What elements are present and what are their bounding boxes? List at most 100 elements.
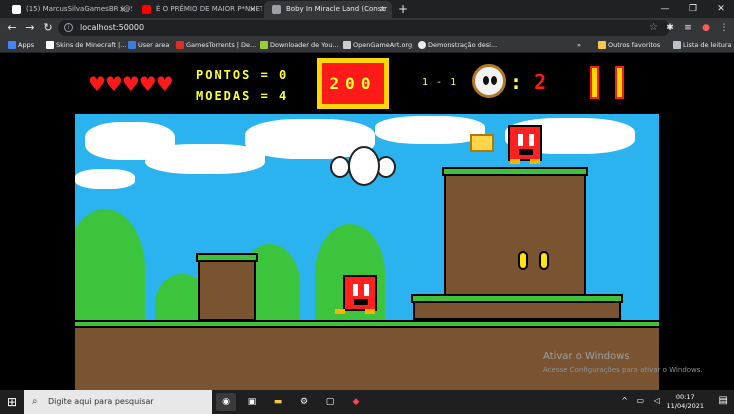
tall-platform bbox=[442, 167, 588, 299]
profile-avatar-icon[interactable]: ● bbox=[698, 20, 714, 36]
player-body bbox=[348, 146, 380, 186]
bookmark-label: Apps bbox=[18, 41, 35, 49]
bookmark-skins[interactable]: Skins de Minecraft |... bbox=[46, 38, 126, 52]
eye-icon bbox=[491, 76, 497, 85]
enemy-block bbox=[508, 125, 542, 164]
cloud bbox=[75, 169, 135, 189]
extensions-icon[interactable]: ✱ bbox=[662, 20, 678, 36]
new-tab-button[interactable]: + bbox=[398, 1, 408, 17]
game-app-icon[interactable]: ◆ bbox=[346, 393, 366, 411]
minimize-icon[interactable]: — bbox=[652, 0, 678, 18]
tab-title: (15) MarcusSilvaGamesBR (@Silv bbox=[26, 5, 132, 13]
windows-start-icon[interactable]: ⊞ bbox=[0, 390, 24, 414]
toolbar: ← → ↻ i localhost:50000 ☆ ✱ ≡ ● ⋮ bbox=[0, 18, 734, 38]
tab-2[interactable]: É O PRÊMIO DE MAIOR P*NHET ✕ bbox=[134, 1, 262, 18]
health-hearts: ♥♥♥♥♥ bbox=[88, 72, 174, 96]
bookmark-gamestorrents[interactable]: GamesTorrents | De... bbox=[176, 38, 256, 52]
cloud bbox=[375, 116, 485, 144]
pillar-platform bbox=[196, 253, 258, 321]
bookmark-opengameart[interactable]: OpenGameArt.org bbox=[343, 38, 412, 52]
bookmark-folder-outros[interactable]: Outros favoritos bbox=[598, 38, 660, 52]
notifications-icon[interactable]: ▤ bbox=[719, 395, 728, 406]
platform-grass bbox=[196, 253, 258, 262]
bookmark-label: Demonstração desi... bbox=[428, 41, 498, 49]
bookmark-favicon-icon bbox=[46, 41, 54, 49]
taskbar: ⊞ ⌕ Digite aqui para pesquisar ◉ ▣ ▬ ⚙ ▢… bbox=[0, 390, 734, 414]
bookmark-favicon-icon bbox=[343, 41, 351, 49]
menu-icon[interactable]: ⋮ bbox=[716, 20, 732, 36]
tray-chevron-icon[interactable]: ^ bbox=[621, 396, 628, 405]
bookmark-favicon-icon bbox=[128, 41, 136, 49]
score-box: 200 bbox=[316, 57, 390, 110]
close-window-icon[interactable]: ✕ bbox=[708, 0, 734, 18]
enemy-mouth bbox=[519, 149, 533, 155]
network-icon[interactable]: ▭ bbox=[636, 396, 644, 405]
close-icon[interactable]: ✕ bbox=[379, 1, 386, 18]
url-text: localhost:50000 bbox=[80, 23, 145, 32]
bookmark-demonstracao[interactable]: Demonstração desi... bbox=[418, 38, 497, 52]
address-bar[interactable]: i localhost:50000 ☆ bbox=[58, 20, 670, 36]
close-icon[interactable]: ✕ bbox=[119, 1, 126, 18]
bookmark-downloader[interactable]: Downloader de You... bbox=[260, 38, 339, 52]
settings-icon[interactable]: ⚙ bbox=[294, 393, 314, 411]
bookmark-apps[interactable]: Apps bbox=[8, 38, 34, 52]
ground-grass bbox=[75, 320, 659, 328]
back-icon[interactable]: ← bbox=[4, 20, 20, 36]
taskbar-search[interactable]: ⌕ Digite aqui para pesquisar bbox=[24, 390, 212, 414]
bookmark-label: GamesTorrents | De... bbox=[186, 41, 257, 49]
restore-icon[interactable]: ❐ bbox=[680, 0, 706, 18]
platform-grass bbox=[411, 294, 623, 303]
lives-counter: : 2 bbox=[510, 70, 546, 94]
youtube-icon bbox=[142, 5, 151, 14]
more-bookmarks-icon[interactable]: » bbox=[577, 38, 581, 52]
clock-time: 00:17 bbox=[675, 393, 695, 401]
bookmark-star-icon[interactable]: ☆ bbox=[649, 20, 658, 36]
pause-button-bar[interactable] bbox=[615, 66, 624, 99]
tab-1[interactable]: (15) MarcusSilvaGamesBR (@Silv ✕ bbox=[4, 1, 132, 18]
search-icon: ⌕ bbox=[32, 396, 38, 407]
tab-3-active[interactable]: Boby In Miracle Land (Constr ✕ bbox=[264, 1, 392, 18]
player-character bbox=[330, 146, 396, 200]
enemy-eye bbox=[353, 284, 358, 296]
lives-colon: : bbox=[510, 70, 523, 94]
file-explorer-icon[interactable]: ▬ bbox=[268, 393, 288, 411]
tab-title: É O PRÊMIO DE MAIOR P*NHET bbox=[156, 5, 262, 13]
forward-icon[interactable]: → bbox=[22, 20, 38, 36]
bookmark-label: Lista de leitura bbox=[683, 41, 732, 49]
level-indicator: 1 - 1 bbox=[422, 77, 458, 88]
bookmark-favicon-icon bbox=[176, 41, 184, 49]
lives-face-icon bbox=[472, 64, 506, 98]
bookmark-favicon-icon bbox=[418, 41, 426, 49]
app-icon[interactable]: ▢ bbox=[320, 393, 340, 411]
clock[interactable]: 00:17 11/04/2021 bbox=[667, 393, 704, 411]
reading-list[interactable]: Lista de leitura bbox=[673, 38, 732, 52]
bookmarks-bar: Apps Skins de Minecraft |... User area G… bbox=[0, 38, 734, 53]
enemy-foot bbox=[335, 309, 345, 314]
tab-bar: (15) MarcusSilvaGamesBR (@Silv ✕ É O PRÊ… bbox=[0, 0, 734, 18]
cloud bbox=[145, 144, 265, 174]
media-icon[interactable]: ≡ bbox=[680, 20, 696, 36]
bookmark-user-area[interactable]: User area bbox=[128, 38, 169, 52]
low-platform bbox=[411, 294, 623, 320]
tab-title: Boby In Miracle Land (Constr bbox=[286, 5, 388, 13]
chrome-icon[interactable]: ◉ bbox=[216, 393, 236, 411]
enemy-mouth bbox=[354, 299, 368, 305]
reload-icon[interactable]: ↻ bbox=[40, 20, 56, 36]
search-placeholder: Digite aqui para pesquisar bbox=[48, 397, 154, 406]
lives-value: 2 bbox=[534, 70, 547, 94]
pause-button[interactable] bbox=[590, 66, 599, 99]
bookmark-label: Skins de Minecraft |... bbox=[56, 41, 127, 49]
download-icon bbox=[260, 41, 268, 49]
enemy-foot bbox=[365, 309, 375, 314]
activation-watermark-title: Ativar o Windows bbox=[543, 351, 630, 362]
volume-icon[interactable]: ◁ bbox=[654, 396, 660, 405]
pontos-label: PONTOS = 0 bbox=[196, 68, 289, 82]
treasure-chest-icon bbox=[470, 134, 494, 152]
close-icon[interactable]: ✕ bbox=[249, 1, 256, 18]
platform-grass bbox=[442, 167, 588, 176]
game-canvas[interactable] bbox=[75, 114, 659, 391]
score-value: 200 bbox=[322, 63, 384, 104]
hill bbox=[75, 209, 145, 329]
store-icon[interactable]: ▣ bbox=[242, 393, 262, 411]
info-icon[interactable]: i bbox=[64, 23, 73, 32]
